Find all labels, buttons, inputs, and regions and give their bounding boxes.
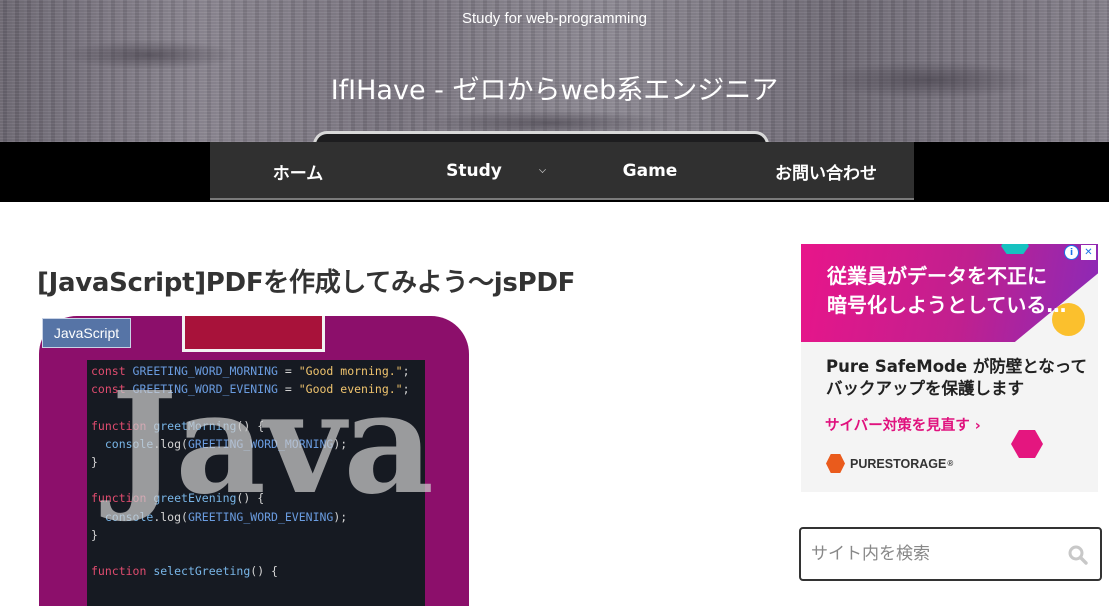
nav-item-label: Study xyxy=(446,161,502,181)
nav-menu: ホーム Study Game お問い合わせ xyxy=(210,142,914,200)
purestorage-logo-icon xyxy=(826,454,845,473)
close-icon[interactable]: ✕ xyxy=(1081,245,1096,260)
nav-item-study[interactable]: Study xyxy=(386,142,562,200)
ad-headline-line: 従業員がデータを不正に xyxy=(827,264,1047,288)
ad-decoration xyxy=(1011,430,1043,458)
nav-item-label: ホーム xyxy=(272,163,324,184)
ad-headline-line: 暗号化しようとしている… xyxy=(827,293,1067,317)
ad-brand-mark: ® xyxy=(947,459,954,468)
post-title-link[interactable]: [JavaScript]PDFを作成してみよう〜jsPDF xyxy=(37,262,575,299)
ad-headline: 従業員がデータを不正に 暗号化しようとしている… xyxy=(827,262,1066,320)
nav-item-label: Game xyxy=(622,161,678,181)
nav-item-home[interactable]: ホーム xyxy=(210,142,386,200)
wood-grain xyxy=(60,40,240,70)
info-icon[interactable]: i xyxy=(1064,245,1079,260)
ad-subtext: Pure SafeMode が防壁となって バックアップを保護します xyxy=(826,356,1087,400)
advertisement[interactable]: 従業員がデータを不正に 暗号化しようとしている… Pure SafeMode が… xyxy=(801,244,1098,492)
search-input[interactable] xyxy=(811,539,1061,569)
ad-brand-name: PURESTORAGE xyxy=(850,456,947,471)
ad-subtext-line: バックアップを保護します xyxy=(826,379,1024,398)
site-tagline: Study for web-programming xyxy=(461,10,648,27)
nav-item-label: お問い合わせ xyxy=(775,163,877,184)
ad-cta-link[interactable]: サイバー対策を見直す › xyxy=(825,414,981,435)
nav-item-game[interactable]: Game xyxy=(562,142,738,200)
search-icon[interactable] xyxy=(1068,545,1088,565)
chevron-down-icon xyxy=(539,166,546,173)
main-navigation: ホーム Study Game お問い合わせ xyxy=(0,142,1109,202)
site-title-link[interactable]: IfIHave - ゼロからweb系エンジニア xyxy=(0,68,1109,107)
search-box xyxy=(799,527,1102,581)
ad-subtext-line: Pure SafeMode が防壁となって xyxy=(826,357,1087,376)
thumbnail-decoration xyxy=(182,316,325,352)
thumbnail-java-text: Java xyxy=(111,362,434,526)
site-header: Study for web-programming IfIHave - ゼロから… xyxy=(0,0,1109,142)
ad-brand: PURESTORAGE ® xyxy=(826,454,953,473)
header-laptop-image xyxy=(313,131,769,142)
adchoices[interactable]: i ✕ xyxy=(1064,245,1096,260)
nav-item-contact[interactable]: お問い合わせ xyxy=(738,142,914,200)
post-thumbnail[interactable]: const GREETING_WORD_MORNING = "Good morn… xyxy=(39,316,469,606)
category-badge[interactable]: JavaScript xyxy=(42,318,131,348)
